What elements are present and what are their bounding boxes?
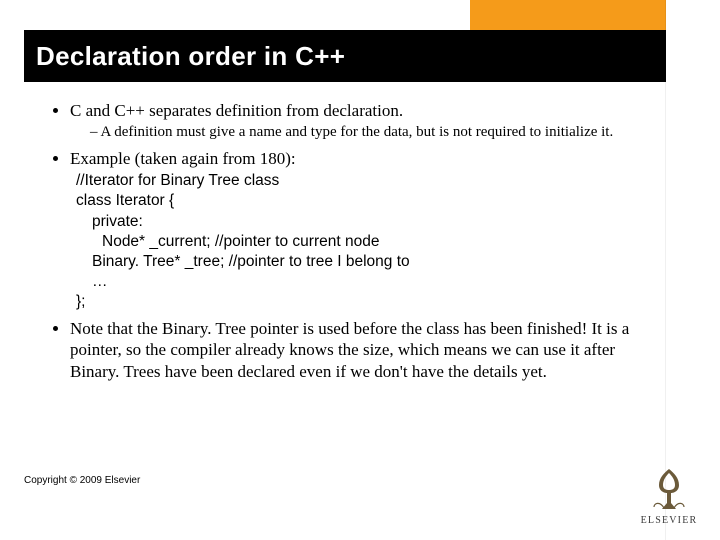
elsevier-logo: ELSEVIER [634, 463, 704, 526]
elsevier-logo-label: ELSEVIER [634, 515, 704, 526]
code-line-1: //Iterator for Binary Tree class [70, 171, 660, 191]
bullet-list: C and C++ separates definition from decl… [48, 100, 660, 382]
bullet-1: C and C++ separates definition from decl… [70, 100, 660, 142]
bullet-2: Example (taken again from 180): //Iterat… [70, 148, 660, 312]
code-line-3: private: [70, 212, 660, 232]
header-accent-block [470, 0, 666, 30]
bullet-1-sublist: A definition must give a name and type f… [70, 123, 660, 142]
code-line-6: … [70, 272, 660, 292]
bullet-2-text: Example (taken again from 180): [70, 149, 296, 168]
code-line-7: }; [70, 292, 660, 312]
title-bar: Declaration order in C++ [24, 30, 666, 82]
slide-title: Declaration order in C++ [36, 41, 345, 72]
code-block: //Iterator for Binary Tree class class I… [70, 171, 660, 312]
copyright-text: Copyright © 2009 Elsevier [24, 475, 140, 486]
bullet-3: Note that the Binary. Tree pointer is us… [70, 318, 660, 382]
bullet-1-text: C and C++ separates definition from decl… [70, 101, 403, 120]
elsevier-tree-icon [644, 463, 694, 513]
code-line-5: Binary. Tree* _tree; //pointer to tree I… [70, 252, 660, 272]
code-line-4: Node* _current; //pointer to current nod… [70, 232, 660, 252]
bullet-1-sub: A definition must give a name and type f… [90, 123, 660, 142]
slide-content: C and C++ separates definition from decl… [48, 100, 660, 388]
code-line-2: class Iterator { [70, 191, 660, 211]
